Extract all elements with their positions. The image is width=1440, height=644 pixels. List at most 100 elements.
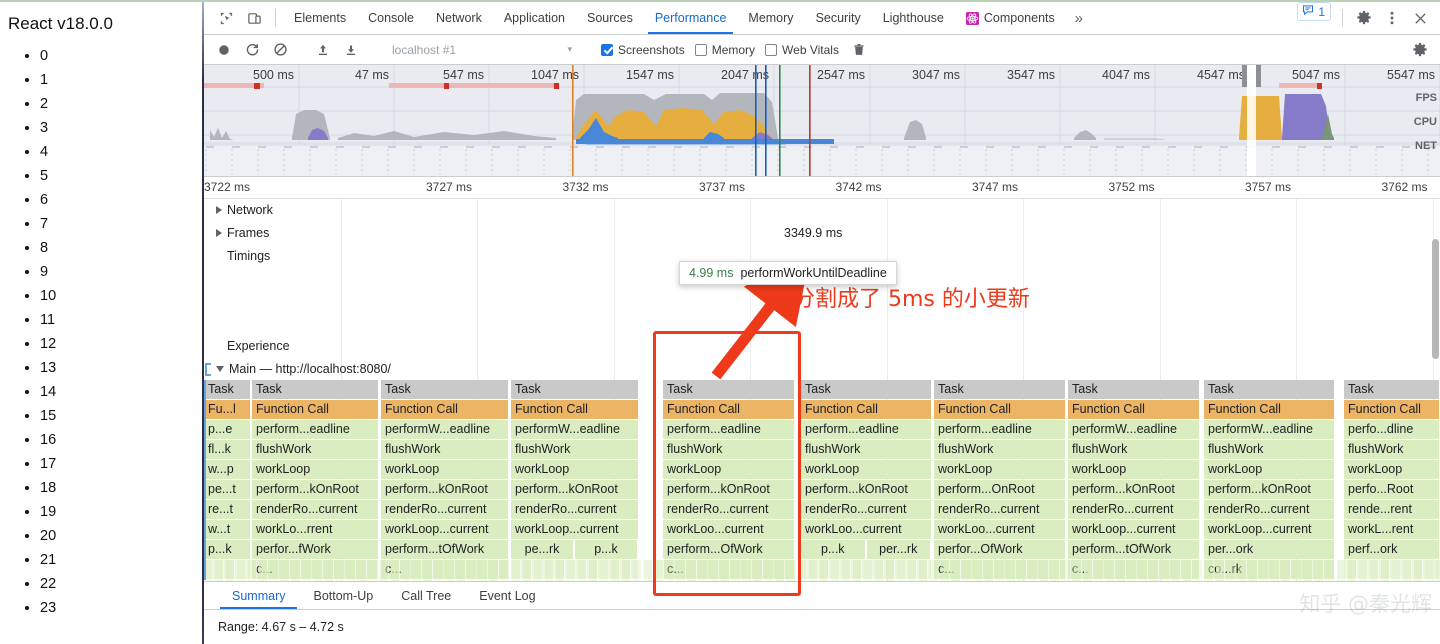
flame-block-micro[interactable]	[468, 560, 477, 579]
trash-icon[interactable]	[845, 36, 873, 64]
flame-block[interactable]: pe...rk	[511, 540, 574, 559]
flame-block-micro[interactable]	[204, 580, 213, 581]
flame-block-micro[interactable]	[1029, 560, 1038, 579]
flame-block-micro[interactable]	[1018, 560, 1027, 579]
flame-block-micro[interactable]	[1227, 580, 1236, 581]
flame-block-micro[interactable]	[1392, 580, 1401, 581]
flame-block-micro[interactable]	[435, 580, 444, 581]
flame-block-micro[interactable]	[1040, 560, 1049, 579]
flame-block-micro[interactable]	[864, 580, 873, 581]
flame-block-micro[interactable]	[1106, 560, 1115, 579]
flame-block-micro[interactable]	[853, 560, 862, 579]
flame-block[interactable]: workLoop	[252, 460, 379, 479]
flame-block-micro[interactable]	[1216, 560, 1225, 579]
flame-block-micro[interactable]	[963, 580, 972, 581]
flame-block-micro[interactable]	[303, 560, 312, 579]
flame-block-micro[interactable]	[248, 560, 257, 579]
flame-block[interactable]: perform...kOnRoot	[381, 480, 509, 499]
flame-block-task[interactable]: Task	[204, 380, 251, 399]
flame-block-micro[interactable]	[1370, 560, 1379, 579]
flame-block-micro[interactable]	[1436, 560, 1440, 579]
flame-block-function-call[interactable]: Function Call	[381, 400, 509, 419]
flame-block[interactable]: w...p	[204, 460, 251, 479]
flame-block[interactable]: workLoop	[381, 460, 509, 479]
flame-block[interactable]: renderRo...current	[934, 500, 1066, 519]
flame-block-micro[interactable]	[1007, 580, 1016, 581]
flame-block-micro[interactable]	[1326, 580, 1335, 581]
flame-block-micro[interactable]	[622, 560, 631, 579]
flame-block-function-call[interactable]: Fu...l	[204, 400, 251, 419]
kebab-menu-icon[interactable]	[1378, 2, 1406, 34]
flame-block-micro[interactable]	[1150, 560, 1159, 579]
flame-block-micro[interactable]	[908, 560, 917, 579]
flame-block-micro[interactable]	[1073, 580, 1082, 581]
flame-block-micro[interactable]	[325, 580, 334, 581]
flame-block-micro[interactable]	[1414, 580, 1423, 581]
tab-components[interactable]: Components	[955, 2, 1066, 34]
flame-block-micro[interactable]	[798, 560, 807, 579]
flame-block-micro[interactable]	[787, 580, 796, 581]
flame-block[interactable]: flushWork	[1344, 440, 1440, 459]
flame-block[interactable]: w...t	[204, 520, 251, 539]
overview-timeline[interactable]: 500 ms 47 ms 547 ms 1047 ms 1547 ms 2047 ms 25…	[204, 65, 1440, 177]
flame-block-micro[interactable]	[732, 560, 741, 579]
capture-settings-gear-icon[interactable]	[1406, 36, 1434, 64]
flame-block[interactable]: perform...kOnRoot	[511, 480, 639, 499]
track-experience-header[interactable]: Experience	[204, 339, 1440, 353]
message-count-badge[interactable]: 1	[1297, 2, 1331, 21]
flame-block-micro[interactable]	[512, 560, 521, 579]
flame-block[interactable]: flushWork	[511, 440, 639, 459]
flame-block-micro[interactable]	[1051, 560, 1060, 579]
flame-block-micro[interactable]	[1183, 580, 1192, 581]
flame-block-micro[interactable]	[435, 560, 444, 579]
flame-block-micro[interactable]	[644, 580, 653, 581]
flame-block-micro[interactable]	[1073, 560, 1082, 579]
flame-block-micro[interactable]	[633, 560, 642, 579]
flame-block-task[interactable]: Task	[1344, 380, 1440, 399]
tab-security[interactable]: Security	[805, 2, 872, 34]
flame-block-micro[interactable]	[556, 580, 565, 581]
flame-block-micro[interactable]	[1183, 560, 1192, 579]
flame-block-micro[interactable]	[1172, 580, 1181, 581]
flame-block-micro[interactable]	[688, 580, 697, 581]
track-main-header[interactable]: Main — http://localhost:8080/	[204, 362, 1440, 376]
flame-block-micro[interactable]	[336, 580, 345, 581]
flame-block[interactable]: performW...eadline	[1068, 420, 1200, 439]
flame-block[interactable]: p...e	[204, 420, 251, 439]
flame-block-micro[interactable]	[699, 580, 708, 581]
flame-block-micro[interactable]	[985, 560, 994, 579]
flame-block-function-call[interactable]: Function Call	[801, 400, 932, 419]
flame-block-micro[interactable]	[1381, 580, 1390, 581]
tab-network[interactable]: Network	[425, 2, 493, 34]
flame-block-micro[interactable]	[226, 580, 235, 581]
flame-block-micro[interactable]	[1018, 580, 1027, 581]
flame-block-micro[interactable]	[831, 580, 840, 581]
flame-block-micro[interactable]	[1106, 580, 1115, 581]
flame-block-micro[interactable]	[424, 560, 433, 579]
flame-block-task[interactable]: Task	[801, 380, 932, 399]
flame-block-micro[interactable]	[413, 560, 422, 579]
flame-block[interactable]: perform...kOnRoot	[663, 480, 795, 499]
flame-block[interactable]: perform...OfWork	[663, 540, 795, 559]
flame-block[interactable]: workLoop	[511, 460, 639, 479]
flame-block-micro[interactable]	[1425, 560, 1434, 579]
flame-block-micro[interactable]	[974, 560, 983, 579]
flame-block[interactable]: workLo...rrent	[252, 520, 379, 539]
flame-block-micro[interactable]	[314, 560, 323, 579]
flame-block-micro[interactable]	[490, 580, 499, 581]
record-circle-icon[interactable]	[210, 36, 238, 64]
flame-block-micro[interactable]	[413, 580, 422, 581]
tab-summary[interactable]: Summary	[218, 582, 299, 609]
flame-block[interactable]: workLoop	[1344, 460, 1440, 479]
flame-block[interactable]: perfor...fWork	[252, 540, 379, 559]
flame-block-micro[interactable]	[545, 560, 554, 579]
flame-block[interactable]: workLoop...current	[1068, 520, 1200, 539]
flame-block-micro[interactable]	[380, 580, 389, 581]
flame-block[interactable]: workLoop...current	[381, 520, 509, 539]
flame-block-micro[interactable]	[622, 580, 631, 581]
flame-block[interactable]: per...ork	[1204, 540, 1335, 559]
flame-block-micro[interactable]	[512, 580, 521, 581]
flame-block-function-call[interactable]: Function Call	[1344, 400, 1440, 419]
flame-block-micro[interactable]	[754, 580, 763, 581]
flame-block-micro[interactable]	[358, 580, 367, 581]
